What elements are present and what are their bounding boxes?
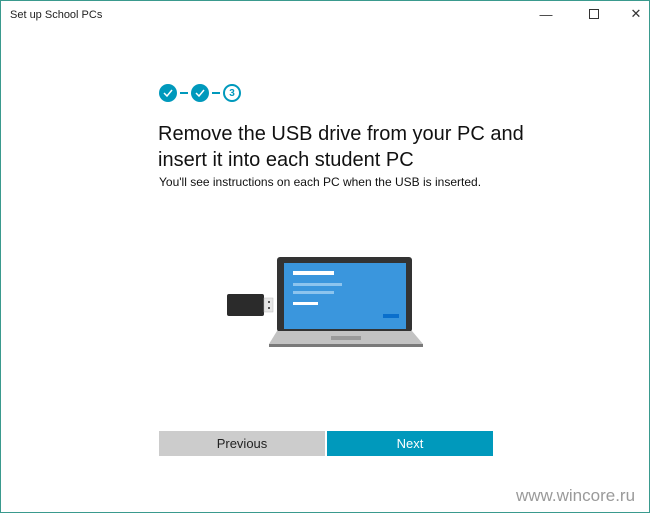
page-subtitle: You'll see instructions on each PC when …: [159, 175, 482, 189]
minimize-icon: —: [539, 6, 553, 22]
laptop-icon: [269, 257, 423, 347]
usb-laptop-illustration: [227, 257, 423, 347]
step-connector: [212, 92, 220, 94]
step-3-current: 3: [223, 84, 241, 102]
page-heading: Remove the USB drive from your PC and in…: [158, 123, 524, 171]
step-connector: [180, 92, 188, 94]
next-button[interactable]: Next: [327, 431, 493, 456]
step-indicator: 3: [159, 84, 241, 102]
minimize-button[interactable]: —: [531, 4, 561, 24]
watermark: www.wincore.ru: [516, 486, 636, 505]
check-icon: [163, 89, 173, 97]
close-button[interactable]: ✕: [621, 4, 650, 24]
previous-button[interactable]: Previous: [159, 431, 325, 456]
check-icon: [195, 89, 205, 97]
usb-drive-icon: [227, 294, 274, 316]
maximize-button[interactable]: [579, 4, 609, 24]
window-title: Set up School PCs: [10, 9, 103, 21]
app-window: Set up School PCs — ✕ 3 Remove the USB d…: [0, 0, 650, 513]
step-2-complete: [191, 84, 209, 102]
maximize-icon: [589, 9, 599, 19]
step-1-complete: [159, 84, 177, 102]
close-icon: ✕: [630, 6, 642, 21]
